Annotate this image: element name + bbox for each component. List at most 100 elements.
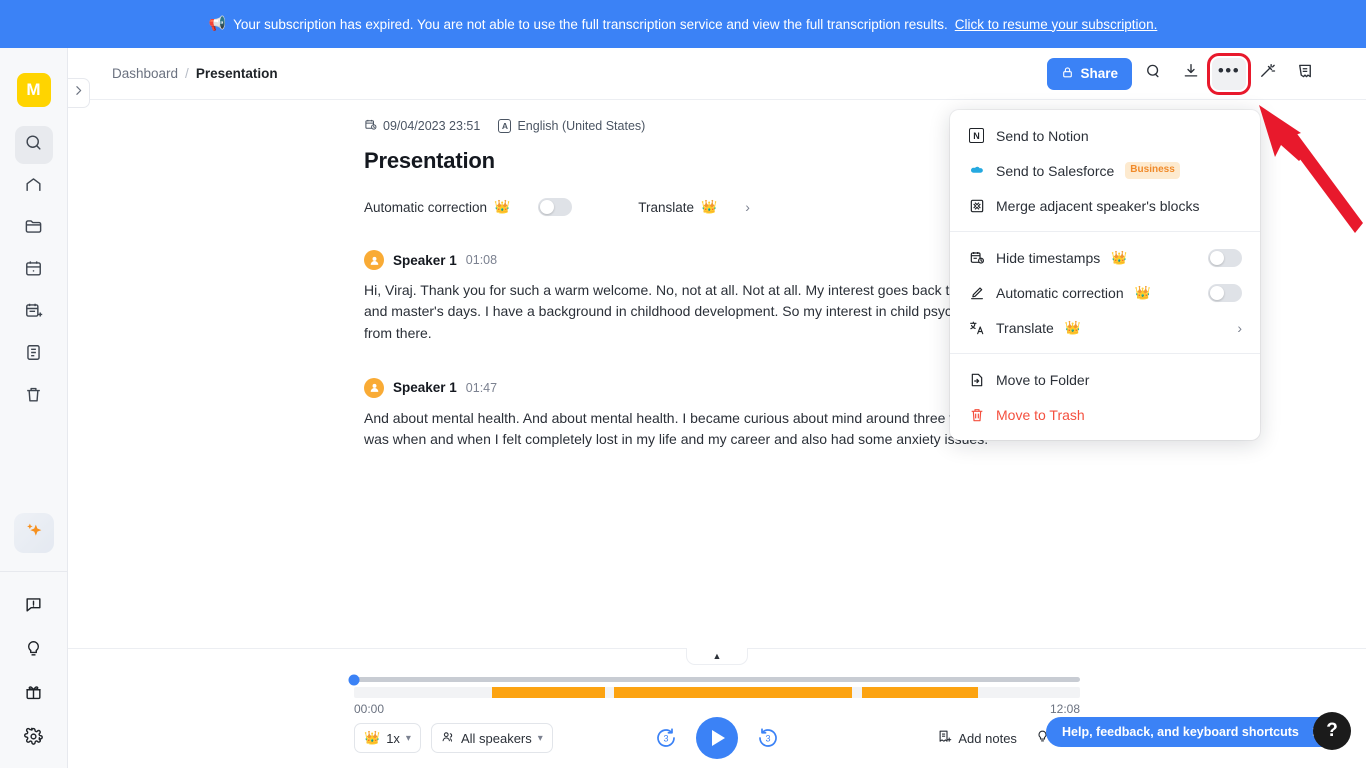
document-language: A English (United States) xyxy=(498,118,646,134)
current-time: 00:00 xyxy=(354,702,385,716)
sidebar-item-search[interactable] xyxy=(14,126,53,164)
skip-back-button[interactable]: 3 xyxy=(654,726,678,750)
header-actions: Share ••• xyxy=(1047,52,1366,95)
calendar-add-icon xyxy=(24,301,43,325)
share-button[interactable]: Share xyxy=(1047,57,1132,90)
automatic-correction-toggle[interactable] xyxy=(538,198,573,216)
play-icon xyxy=(712,730,725,746)
header-search-button[interactable] xyxy=(1136,58,1170,90)
sidebar-item-settings[interactable] xyxy=(15,720,53,758)
help-bar[interactable]: Help, feedback, and keyboard shortcuts ✕ xyxy=(1046,717,1335,747)
menu-item-move-to-trash[interactable]: Move to Trash xyxy=(950,397,1260,432)
translate-label: Translate xyxy=(638,199,695,215)
sidebar-divider xyxy=(0,571,68,572)
waveform-segment xyxy=(613,687,853,698)
ai-assistant-button[interactable] xyxy=(13,513,54,553)
sidebar-item-schedule-add[interactable] xyxy=(15,294,53,332)
sidebar-item-notes[interactable] xyxy=(15,336,53,374)
speaker-timestamp[interactable]: 01:47 xyxy=(466,381,497,395)
sidebar-item-trash[interactable] xyxy=(15,378,53,416)
help-bar-label: Help, feedback, and keyboard shortcuts xyxy=(1062,725,1299,739)
megaphone-icon: 📢 xyxy=(208,15,227,31)
speaker-filter-value: All speakers xyxy=(460,730,532,746)
menu-divider xyxy=(950,231,1260,232)
menu-item-merge-blocks[interactable]: Merge adjacent speaker's blocks xyxy=(950,188,1260,223)
sidebar-nav-top xyxy=(14,122,53,416)
more-options-icon: ••• xyxy=(1217,61,1241,80)
crown-icon: 👑 xyxy=(1064,319,1082,335)
crown-icon: 👑 xyxy=(701,199,718,214)
speaker-name[interactable]: Speaker 1 xyxy=(393,253,457,268)
waveform[interactable] xyxy=(354,687,1080,698)
search-icon xyxy=(24,133,43,157)
notion-icon: N xyxy=(968,127,985,144)
sidebar-item-home[interactable] xyxy=(15,168,53,206)
seek-bar[interactable] xyxy=(348,674,1080,685)
waveform-segment xyxy=(491,687,606,698)
banner-text: Your subscription has expired. You are n… xyxy=(233,16,948,32)
translate-control[interactable]: Translate 👑 › xyxy=(638,199,750,215)
crown-icon: 👑 xyxy=(1111,249,1128,265)
menu-item-automatic-correction[interactable]: Automatic correction 👑 xyxy=(950,275,1260,310)
speaker-filter-dropdown[interactable]: All speakers ▾ xyxy=(430,723,553,753)
document-language-text: English (United States) xyxy=(517,119,646,133)
document-date-text: 09/04/2023 23:51 xyxy=(383,119,481,133)
calendar-icon xyxy=(24,259,43,283)
playback-speed-dropdown[interactable]: 👑 1x ▾ xyxy=(354,723,421,753)
playback-speed-value: 1x xyxy=(386,730,400,746)
menu-item-move-to-folder[interactable]: Move to Folder xyxy=(950,362,1260,397)
home-icon xyxy=(24,175,43,199)
add-notes-button[interactable]: Add notes xyxy=(937,729,1017,747)
breadcrumb: Dashboard / Presentation xyxy=(112,66,278,81)
collapse-player-button[interactable]: ▲ xyxy=(686,648,748,665)
breadcrumb-dashboard[interactable]: Dashboard xyxy=(112,66,178,81)
sidebar-nav-bottom xyxy=(15,582,53,768)
notes-panel-button[interactable] xyxy=(1288,58,1322,90)
download-button[interactable] xyxy=(1174,58,1208,90)
tips-icon xyxy=(24,639,43,663)
add-notes-label: Add notes xyxy=(958,730,1017,746)
magic-wand-button[interactable] xyxy=(1250,58,1284,90)
menu-item-translate[interactable]: Translate 👑 › xyxy=(950,310,1260,345)
seek-handle[interactable] xyxy=(348,674,360,685)
download-icon xyxy=(1182,62,1200,85)
salesforce-icon xyxy=(968,162,985,179)
speaker-avatar xyxy=(364,377,384,398)
speaker-name[interactable]: Speaker 1 xyxy=(393,380,457,395)
breadcrumb-current: Presentation xyxy=(195,66,278,81)
menu-item-hide-timestamps[interactable]: Hide timestamps 👑 xyxy=(950,240,1260,275)
menu-item-label: Hide timestamps xyxy=(996,249,1101,266)
hide-timestamps-toggle[interactable] xyxy=(1208,248,1242,267)
seek-area: 00:00 12:08 xyxy=(348,674,1080,716)
share-button-label: Share xyxy=(1080,66,1118,81)
skip-forward-button[interactable]: 3 xyxy=(756,726,780,750)
more-options-button[interactable]: ••• xyxy=(1207,52,1251,95)
gift-icon xyxy=(24,683,43,707)
play-button[interactable] xyxy=(696,717,738,759)
menu-item-send-to-salesforce[interactable]: Send to Salesforce Business xyxy=(950,153,1260,188)
resume-subscription-link[interactable]: Click to resume your subscription. xyxy=(955,17,1158,32)
help-button[interactable]: ? xyxy=(1313,712,1351,750)
sidebar-item-calendar[interactable] xyxy=(15,252,53,290)
sparkle-icon xyxy=(23,520,45,547)
left-sidebar: M xyxy=(0,48,68,768)
sidebar-item-gift[interactable] xyxy=(15,676,53,714)
merge-icon xyxy=(968,197,985,214)
menu-item-label: Merge adjacent speaker's blocks xyxy=(996,197,1200,214)
pencil-icon xyxy=(968,284,985,301)
crown-icon: 👑 xyxy=(1134,284,1151,300)
sidebar-item-feedback[interactable] xyxy=(15,588,53,626)
time-row: 00:00 12:08 xyxy=(354,702,1080,716)
crown-icon: 👑 xyxy=(494,199,511,214)
sidebar-item-folders[interactable] xyxy=(15,210,53,248)
automatic-correction-toggle[interactable] xyxy=(1208,283,1242,302)
expand-sidebar-button[interactable] xyxy=(68,78,90,108)
chevron-right-icon: › xyxy=(745,199,750,215)
sidebar-item-tips[interactable] xyxy=(15,632,53,670)
avatar[interactable]: M xyxy=(16,73,51,107)
menu-item-label: Move to Trash xyxy=(996,406,1085,423)
svg-text:3: 3 xyxy=(765,734,770,744)
menu-item-send-to-notion[interactable]: N Send to Notion xyxy=(950,118,1260,153)
speakers-icon xyxy=(441,730,455,747)
speaker-timestamp[interactable]: 01:08 xyxy=(466,253,497,267)
